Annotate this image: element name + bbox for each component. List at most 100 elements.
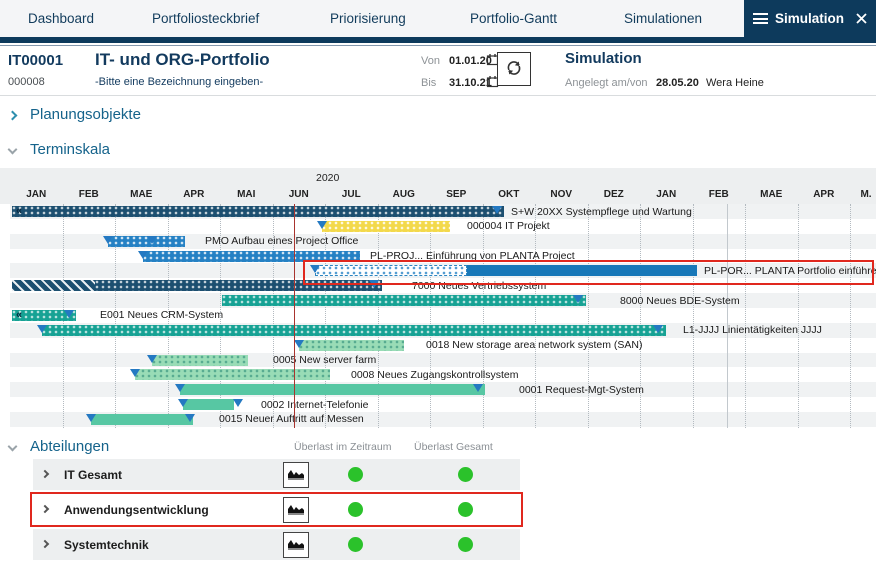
close-icon[interactable] [856, 13, 867, 24]
created-date: 28.05.20 [656, 77, 699, 89]
gantt-bar[interactable] [222, 295, 586, 306]
nav-item-priorisierung[interactable]: Priorisierung [330, 0, 406, 37]
nav-item-simulationen[interactable]: Simulationen [624, 0, 702, 37]
gantt-bar[interactable] [135, 369, 330, 380]
milestone-marker[interactable] [294, 340, 304, 348]
gantt-bar-label: 000004 IT Projekt [467, 220, 550, 232]
gantt-bar-label: S+W 20XX Systempflege und Wartung [511, 206, 692, 218]
milestone-marker[interactable] [147, 355, 157, 363]
chevron-right-icon[interactable] [41, 505, 49, 513]
tab-simulation[interactable]: Simulation [744, 0, 876, 37]
header-separator [0, 95, 876, 96]
area-chart-icon [287, 466, 305, 481]
milestone-marker[interactable] [138, 251, 148, 259]
column-header-ueberlast-gesamt: Überlast Gesamt [414, 441, 493, 453]
portfolio-header: IT00001 000008 IT- und ORG-Portfolio -Bi… [0, 46, 876, 95]
milestone-marker[interactable] [103, 236, 113, 244]
gantt-bar[interactable] [299, 340, 404, 351]
gantt-bar-label: 8000 Neues BDE-System [620, 295, 740, 307]
gantt-bar[interactable] [42, 325, 666, 336]
gantt-bar[interactable] [152, 355, 248, 366]
status-gesamt-indicator [458, 502, 473, 517]
planta-simulation-window: Dashboard Portfoliosteckbrief Priorisierun… [0, 0, 876, 564]
gantt-bar[interactable] [322, 221, 450, 232]
milestone-marker[interactable] [37, 325, 47, 333]
milestone-marker[interactable] [310, 265, 320, 273]
portfolio-subtitle[interactable]: -Bitte eine Bezeichnung eingeben- [95, 76, 263, 88]
continues-left-icon: « [16, 310, 22, 321]
gantt-month-label: APR [183, 189, 204, 200]
gantt-bar[interactable] [91, 414, 193, 425]
milestone-marker[interactable] [185, 414, 195, 422]
histogram-button[interactable] [283, 462, 309, 488]
gantt-bar-label: 7000 Neues Vertriebssystem [412, 280, 546, 292]
department-row[interactable]: Systemtechnik [33, 529, 520, 560]
column-header-ueberlast-zeitraum: Überlast im Zeitraum [294, 441, 391, 453]
gridline-month [850, 204, 851, 428]
histogram-button[interactable] [283, 532, 309, 558]
department-row[interactable]: IT Gesamt [33, 459, 520, 490]
gantt-month-label: MAE [760, 189, 782, 200]
milestone-marker[interactable] [473, 384, 483, 392]
milestone-marker[interactable] [317, 221, 327, 229]
gantt-bar[interactable] [467, 265, 697, 276]
status-zeitraum-indicator [348, 537, 363, 552]
milestone-marker[interactable] [175, 384, 185, 392]
gantt-bar[interactable] [143, 251, 360, 262]
refresh-icon [504, 58, 524, 78]
gantt-bar[interactable] [95, 280, 382, 291]
chevron-right-icon[interactable] [41, 470, 49, 478]
gantt-bar-label: 0002 Internet-Telefonie [261, 399, 368, 411]
milestone-marker[interactable] [147, 236, 157, 244]
gantt-month-label: FEB [709, 189, 729, 200]
section-abteilungen-label: Abteilungen [30, 438, 109, 455]
milestone-marker[interactable] [178, 399, 188, 407]
gantt-bar[interactable] [183, 399, 234, 410]
milestone-marker[interactable] [64, 310, 74, 318]
nav-item-portfoliosteckbrief[interactable]: Portfoliosteckbrief [152, 0, 259, 37]
gantt-row-stripe [10, 353, 876, 368]
gantt-bar[interactable] [315, 265, 467, 276]
today-line [294, 204, 295, 428]
milestone-marker[interactable] [86, 414, 96, 422]
department-label: Anwendungsentwicklung [64, 503, 209, 517]
section-planungsobjekte-label: Planungsobjekte [30, 106, 141, 123]
gantt-bar[interactable] [180, 384, 485, 395]
chevron-right-icon[interactable] [8, 111, 18, 121]
gantt-year-label: 2020 [316, 172, 339, 184]
milestone-marker[interactable] [369, 280, 379, 288]
chevron-right-icon[interactable] [41, 540, 49, 548]
gantt-month-label: DEZ [604, 189, 624, 200]
histogram-button[interactable] [283, 497, 309, 523]
gantt-bar-label: PL-POR... PLANTA Portfolio einführen [704, 265, 876, 277]
nav-item-dashboard[interactable]: Dashboard [28, 0, 94, 37]
gantt-bar[interactable] [12, 280, 95, 291]
gridline-month [798, 204, 799, 428]
milestone-marker[interactable] [233, 399, 243, 407]
gantt-bar[interactable] [12, 206, 504, 217]
menu-icon[interactable] [753, 13, 768, 27]
gantt-month-label: JUL [342, 189, 361, 200]
milestone-marker[interactable] [573, 295, 583, 303]
gantt-bar-label: 0018 New storage area network system (SA… [426, 339, 643, 351]
milestone-marker[interactable] [130, 369, 140, 377]
gantt-bar-label: 0015 Neuer Auftritt auf Messen [219, 413, 364, 425]
gantt-month-label: APR [813, 189, 834, 200]
chevron-down-icon[interactable] [8, 145, 18, 155]
gantt-timescale-header: 2020 JANFEBMAEAPRMAIJUNJULAUGSEPOKTNOVDE… [0, 168, 876, 204]
section-terminskala-label: Terminskala [30, 141, 110, 158]
section-terminskala[interactable]: Terminskala [0, 139, 876, 163]
gantt-month-label: MAE [130, 189, 152, 200]
chevron-down-icon[interactable] [8, 442, 18, 452]
gantt-bar-label: L1-JJJJ Linientätigkeiten JJJJ [683, 324, 822, 336]
gantt-month-label: JAN [26, 189, 46, 200]
section-planungsobjekte[interactable]: Planungsobjekte [0, 104, 876, 128]
department-row[interactable]: Anwendungsentwicklung [33, 494, 520, 525]
gantt-month-label: NOV [550, 189, 572, 200]
milestone-marker[interactable] [492, 206, 502, 214]
nav-item-portfolio-gantt[interactable]: Portfolio-Gantt [470, 0, 557, 37]
portfolio-code: 000008 [8, 76, 45, 88]
refresh-button[interactable] [497, 52, 531, 86]
top-navigation: Dashboard Portfoliosteckbrief Priorisierun… [0, 0, 876, 37]
milestone-marker[interactable] [653, 325, 663, 333]
